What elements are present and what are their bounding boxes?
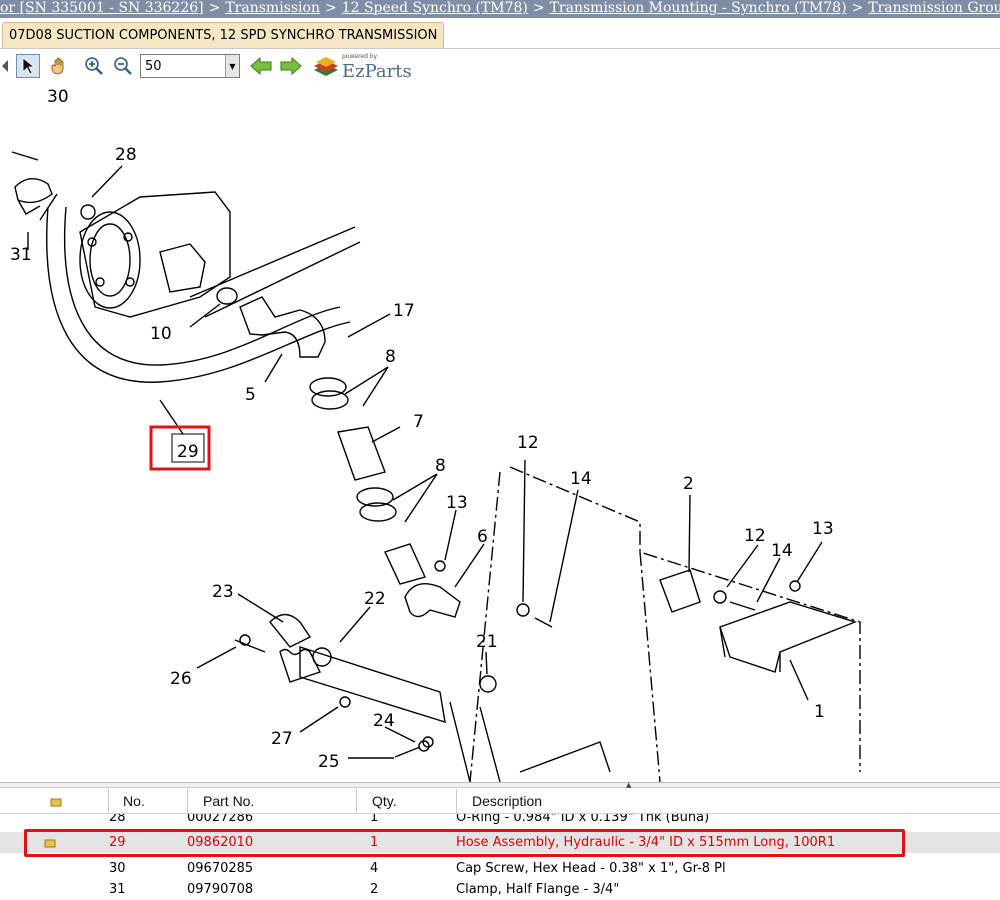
callout-26[interactable]: 26 [170, 669, 192, 689]
table-row[interactable]: 30 09670285 4 Cap Screw, Hex Head - 0.38… [0, 858, 1000, 879]
next-button[interactable] [279, 54, 303, 78]
tab-row: 07D08 SUCTION COMPONENTS, 12 SPD SYNCHRO… [0, 18, 1000, 48]
header-description[interactable]: Description [456, 789, 1000, 814]
row-description: Hose Assembly, Hydraulic - 3/4" ID x 515… [456, 835, 836, 850]
breadcrumb-link-12-speed-synchro[interactable]: 12 Speed Synchro (TM78) [342, 0, 528, 16]
callout-14-left[interactable]: 14 [570, 469, 592, 489]
breadcrumb-separator: > [208, 0, 221, 16]
breadcrumb-link-transmission[interactable]: Transmission [225, 0, 320, 16]
callout-8-upper[interactable]: 8 [385, 347, 396, 367]
zoom-level-input[interactable] [141, 55, 225, 77]
pane-splitter[interactable]: ▲ [0, 781, 1000, 789]
row-qty: 1 [370, 814, 379, 825]
row-description: Cap Screw, Hex Head - 0.38" x 1", Gr-8 P… [456, 861, 726, 876]
hand-icon [51, 57, 64, 75]
zoom-out-icon [114, 57, 132, 75]
table-row[interactable]: 31 09790708 2 Clamp, Half Flange - 3/4" [0, 879, 1000, 900]
table-row-selected[interactable]: 29 09862010 1 Hose Assembly, Hydraulic -… [0, 832, 1000, 853]
arrow-left-icon [250, 57, 272, 75]
arrow-cursor-icon [22, 57, 36, 75]
header-part-no[interactable]: Part No. [187, 789, 356, 814]
parts-diagram[interactable]: 30 28 31 10 17 8 5 29 7 8 12 14 2 13 6 1… [0, 82, 1000, 782]
row-description: Clamp, Half Flange - 3/4" [456, 882, 620, 897]
callout-7[interactable]: 7 [413, 412, 424, 432]
callout-24[interactable]: 24 [373, 711, 395, 731]
row-part-no[interactable]: 09790708 [187, 879, 253, 900]
callout-12-right[interactable]: 12 [744, 526, 766, 546]
ezparts-logo: powered by EzParts [312, 52, 422, 82]
row-part-no[interactable]: 09862010 [187, 832, 253, 853]
breadcrumb-separator: > [851, 0, 864, 16]
header-cart-col[interactable] [0, 789, 108, 814]
parts-table-header: No. Part No. Qty. Description [0, 789, 1000, 814]
callout-13-left[interactable]: 13 [446, 493, 468, 513]
zoom-in-icon [85, 57, 103, 75]
callout-23[interactable]: 23 [212, 582, 234, 602]
previous-button[interactable] [249, 54, 273, 78]
viewer-toolbar: ▼ powered by EzParts [0, 48, 1000, 82]
powered-by-label: powered by [342, 53, 378, 60]
row-no: 29 [109, 835, 126, 850]
callout-27[interactable]: 27 [271, 729, 293, 749]
callout-2[interactable]: 2 [683, 474, 694, 494]
callout-10[interactable]: 10 [150, 324, 172, 344]
pan-tool-button[interactable] [47, 54, 71, 78]
callout-31[interactable]: 31 [10, 245, 32, 265]
page-title-tab[interactable]: 07D08 SUCTION COMPONENTS, 12 SPD SYNCHRO… [2, 22, 445, 48]
callout-numbers: 30 28 31 10 17 8 5 29 7 8 12 14 2 13 6 1… [10, 87, 834, 772]
callout-12-left[interactable]: 12 [517, 433, 539, 453]
header-no[interactable]: No. [108, 789, 187, 814]
ezparts-logo-text: EzParts [342, 61, 412, 82]
zoom-out-button[interactable] [111, 54, 135, 78]
row-part-no[interactable]: 09670285 [187, 858, 253, 879]
cart-icon [50, 798, 62, 807]
callout-22[interactable]: 22 [364, 589, 386, 609]
books-logo-icon [314, 57, 338, 76]
zoom-in-button[interactable] [82, 54, 106, 78]
table-row[interactable]: 28 00027286 1 O-Ring - 0.984" ID x 0.139… [0, 814, 1000, 828]
callout-14-right[interactable]: 14 [771, 541, 793, 561]
row-no: 28 [109, 814, 126, 825]
row-qty: 1 [370, 835, 379, 850]
callout-29[interactable]: 29 [177, 442, 199, 462]
callout-8-lower[interactable]: 8 [435, 456, 446, 476]
breadcrumb-link-transmission-groups[interactable]: Transmission Groups - Synch [868, 0, 1000, 16]
breadcrumb-separator: > [532, 0, 545, 16]
row-no: 30 [109, 861, 126, 876]
arrow-right-icon [280, 57, 302, 75]
header-qty[interactable]: Qty. [356, 789, 456, 814]
zoom-level-select[interactable]: ▼ [140, 54, 240, 78]
splitter-grip-icon[interactable]: ▲ [626, 781, 631, 789]
chevron-down-icon[interactable]: ▼ [225, 55, 239, 77]
row-no: 31 [109, 882, 126, 897]
exploded-view-drawing: 30 28 31 10 17 8 5 29 7 8 12 14 2 13 6 1… [10, 87, 861, 782]
callout-17[interactable]: 17 [393, 301, 415, 321]
table-row-clip: 28 00027286 1 O-Ring - 0.984" ID x 0.139… [0, 814, 1000, 830]
callout-5[interactable]: 5 [245, 385, 256, 405]
row-description: O-Ring - 0.984" ID x 0.139" Thk (Buna) [456, 814, 710, 825]
callout-1[interactable]: 1 [814, 702, 825, 722]
cart-icon[interactable] [44, 838, 56, 848]
breadcrumb-link-transmission-mounting[interactable]: Transmission Mounting - Synchro (TM78) [550, 0, 847, 16]
breadcrumb-link-model[interactable]: or [SN 335001 - SN 336226] [0, 0, 204, 16]
callout-21[interactable]: 21 [476, 632, 498, 652]
breadcrumb-separator: > [324, 0, 337, 16]
callout-25[interactable]: 25 [318, 752, 340, 772]
callout-6[interactable]: 6 [477, 527, 488, 547]
callout-13-right[interactable]: 13 [812, 519, 834, 539]
toolbar-scroll-left-icon[interactable] [0, 54, 10, 78]
row-qty: 4 [370, 861, 379, 876]
row-part-no[interactable]: 00027286 [187, 814, 253, 828]
breadcrumb: or [SN 335001 - SN 336226] > Transmission >… [0, 0, 1000, 18]
callout-30[interactable]: 30 [47, 87, 69, 107]
row-qty: 2 [370, 882, 379, 897]
pointer-tool-button[interactable] [16, 54, 40, 78]
callout-28[interactable]: 28 [115, 145, 137, 165]
